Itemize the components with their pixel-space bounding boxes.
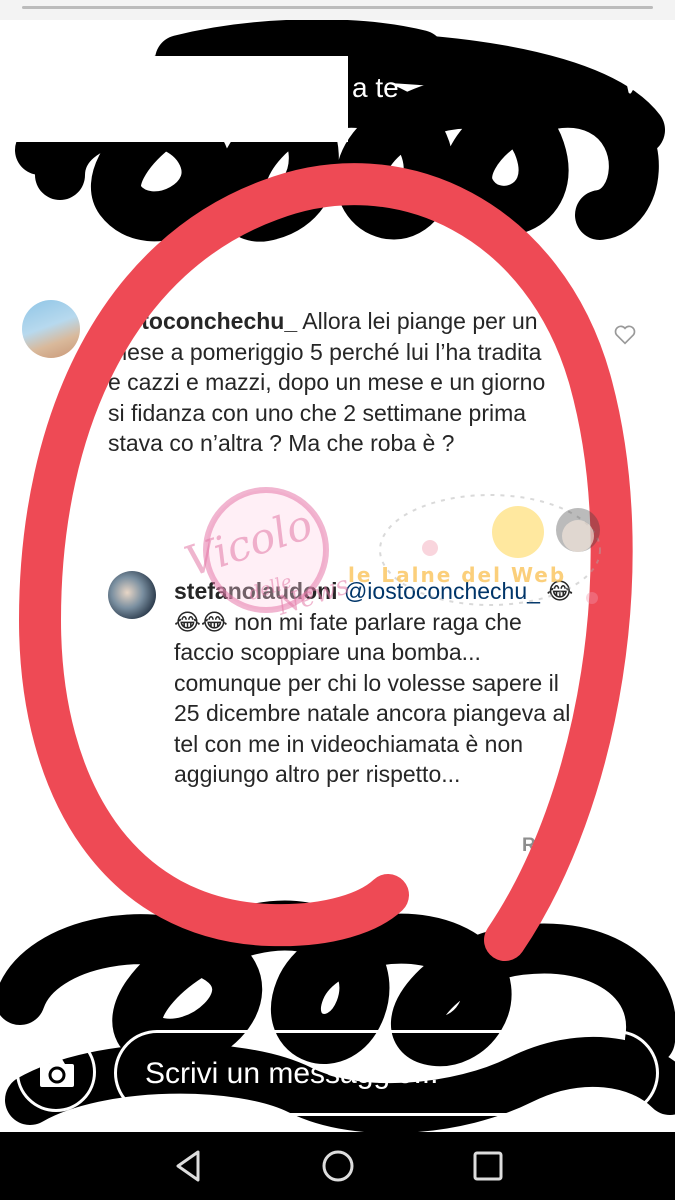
reply-item: stefanolaudoni @iostoconchechu_ 😂😂😂 non … <box>0 20 675 920</box>
camera-button[interactable] <box>16 1032 96 1112</box>
reply-mention[interactable]: @iostoconchechu_ <box>344 578 540 604</box>
paper-plane-icon[interactable] <box>606 54 654 96</box>
avatar[interactable] <box>108 571 156 619</box>
story-progress-bar <box>0 0 675 9</box>
system-nav-bar <box>0 1132 675 1200</box>
redaction-box <box>8 56 348 142</box>
reply-text: stefanolaudoni @iostoconchechu_ 😂😂😂 non … <box>174 576 584 790</box>
camera-icon <box>40 1059 74 1087</box>
progress-track <box>22 6 653 9</box>
reply-link[interactable]: Ri <box>522 835 541 857</box>
message-composer: Scrivi un messaggio... <box>0 1030 675 1120</box>
page-title: a te <box>352 72 399 103</box>
square-recents-icon[interactable] <box>468 1146 508 1186</box>
dm-screen: iostoconchechu_ Allora lei piange per un… <box>0 20 675 1132</box>
reply-username[interactable]: stefanolaudoni <box>174 578 338 604</box>
circle-home-icon[interactable] <box>318 1146 358 1186</box>
message-placeholder: Scrivi un messaggio... <box>145 1057 439 1090</box>
reply-body: non mi fate parlare raga che faccio scop… <box>174 608 571 788</box>
reply-link[interactable]: S <box>522 864 535 886</box>
message-input[interactable]: Scrivi un messaggio... <box>114 1030 659 1116</box>
triangle-back-icon[interactable] <box>168 1146 208 1186</box>
